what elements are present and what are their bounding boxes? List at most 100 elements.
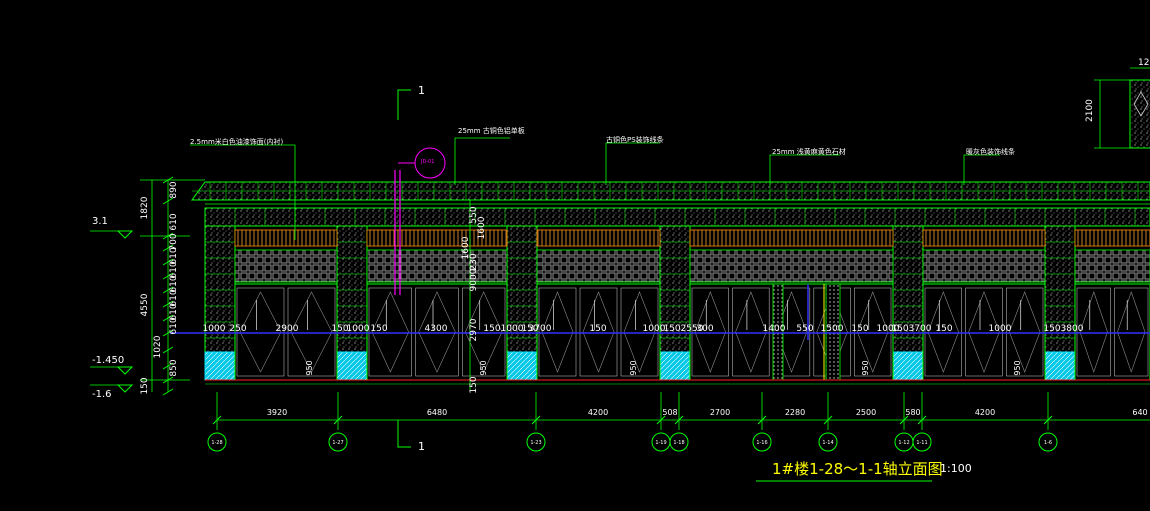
dimension-label: 150: [663, 324, 680, 334]
dimension-label: 1000: [501, 324, 524, 334]
grille-band: [922, 249, 1046, 283]
axis-label: 1-6: [1044, 440, 1052, 446]
dimension-label: 2900: [276, 324, 299, 334]
section-mark-top: 1: [418, 84, 425, 97]
dimension-label: 4300: [425, 324, 448, 334]
dimension-label: 6480: [427, 408, 447, 417]
axis-label: 1-27: [332, 440, 343, 446]
dimension-label: 1000: [203, 324, 226, 334]
section-mark: [397, 420, 411, 448]
grille-band: [689, 249, 894, 283]
dimension-label: 1820: [140, 196, 150, 219]
pier-base: [506, 351, 538, 381]
pier-base: [204, 351, 236, 381]
grille-band: [366, 249, 508, 283]
dimension-label: 3700: [909, 324, 932, 334]
section-mark-bottom: 1: [418, 440, 425, 453]
annotation-label: 暖灰色装饰线条: [966, 148, 1015, 156]
level-symbol: [116, 384, 134, 393]
axis-label: 1-14: [822, 440, 833, 446]
cad-canvas[interactable]: 890 1820 610 700 610 610 610 610 610 4550 610 1020 8…: [0, 0, 1150, 511]
dimension-label: 250: [229, 324, 246, 334]
dimension-label: 2970: [469, 318, 479, 341]
dimension-label: 150: [935, 324, 952, 334]
level-mark: -1.6: [92, 389, 112, 400]
pier-base: [336, 351, 368, 381]
dimension-label: 150: [140, 377, 150, 394]
right-detail-height: 2100: [1085, 99, 1095, 122]
dimension-label: 950: [861, 360, 870, 375]
dimension-label: 610: [169, 213, 179, 230]
axis-label: 1-19: [655, 440, 666, 446]
dimension-label: 950: [479, 360, 488, 375]
dimension-label: 1020: [153, 335, 163, 358]
dimension-label: 850: [169, 359, 179, 376]
axis-label: 1-11: [916, 440, 927, 446]
leader-line: [454, 137, 510, 185]
dimension-label: 950: [305, 360, 314, 375]
grille-band: [1074, 249, 1150, 283]
level-mark: -1.450: [92, 355, 125, 366]
dimension-label: 3800: [1061, 324, 1084, 334]
dimension-label: 150: [589, 324, 606, 334]
dimension-label: 1000: [347, 324, 370, 334]
rail-band: [689, 229, 894, 247]
dimension-label: 3700: [529, 324, 552, 334]
rail-band: [1074, 229, 1150, 247]
elevation-drawing: 8901820610700610610610610610455061010208…: [90, 67, 1150, 482]
dimension-label: 508: [662, 408, 677, 417]
dimension-label: 610: [169, 317, 179, 334]
level-symbol: [116, 230, 134, 239]
drawing-title: 1#楼1-28～1-1轴立面图: [772, 460, 943, 478]
glazing-frame: [1074, 283, 1150, 381]
dimension-label: 150: [370, 324, 387, 334]
axis-label: 1-18: [673, 440, 684, 446]
dimension-label: 150: [483, 324, 500, 334]
axis-label: 1-16: [756, 440, 767, 446]
dimension-label: 4200: [975, 408, 995, 417]
dimension-label: 890: [169, 181, 179, 198]
axis-label: 1-28: [211, 440, 222, 446]
level-symbol: [116, 366, 134, 375]
dimension-label: 150: [851, 324, 868, 334]
dimension-label: 580: [905, 408, 920, 417]
dimension-label: 1500: [821, 324, 844, 334]
dimension-label: 950: [1013, 360, 1022, 375]
grille-band: [234, 249, 338, 283]
dimension-label: 2280: [785, 408, 805, 417]
pier-base: [892, 351, 924, 381]
rail-band: [234, 229, 338, 247]
axis-label: 1-12: [898, 440, 909, 446]
dimension-label: 550: [796, 324, 813, 334]
dimension-label: 1000: [643, 324, 666, 334]
leader-line: [769, 154, 840, 185]
pier-base: [1044, 351, 1076, 381]
grille-band: [536, 249, 661, 283]
annotation-label: 古铜色PS装饰线条: [606, 136, 664, 144]
right-detail-top: 12: [1138, 58, 1150, 68]
dimension-label: 1400: [763, 324, 786, 334]
axis-label: 1-23: [530, 440, 541, 446]
dimension-label: 2500: [856, 408, 876, 417]
dimension-label: 150: [469, 376, 479, 393]
fascia: [204, 207, 1150, 227]
annotation-label: 2.5mm米白色油漆饰面(内衬): [190, 138, 284, 146]
dimension-label: 9000: [469, 268, 479, 291]
dimension-label: 150: [891, 324, 908, 334]
section-mark: [397, 89, 411, 120]
dimension-label: 3920: [267, 408, 287, 417]
drawing-scale: 1:100: [940, 462, 972, 475]
level-mark: 3.1: [92, 216, 108, 227]
dimension-label: 640: [1132, 408, 1147, 417]
dimension-label: 300: [696, 324, 713, 334]
circle-tag: JD-01: [421, 159, 435, 165]
leader-line: [963, 154, 1000, 185]
dimension-label: 4550: [140, 293, 150, 316]
dimension-label: 2700: [710, 408, 730, 417]
dimension-label: 150: [1043, 324, 1060, 334]
rail-band: [922, 229, 1046, 247]
annotation-label: 25mm 浅黄麻黄色石材: [772, 148, 846, 156]
pier-base: [659, 351, 691, 381]
annotation-label: 25mm 古铜色铝单板: [458, 127, 525, 135]
rail-band: [536, 229, 661, 247]
